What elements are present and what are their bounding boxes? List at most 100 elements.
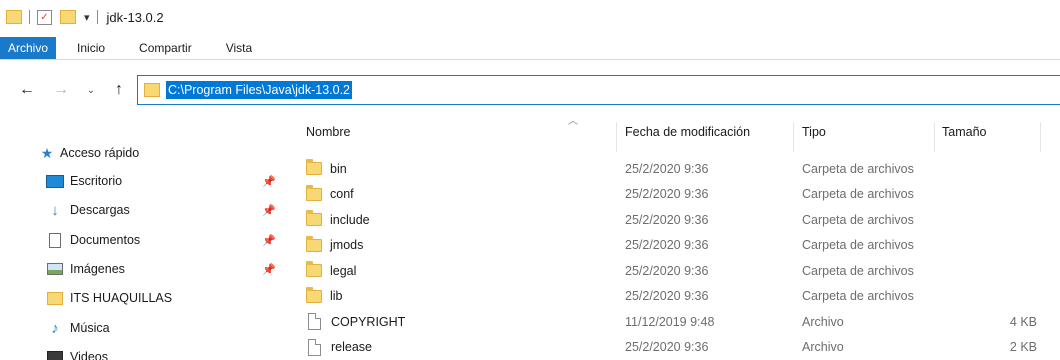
arrow-left-icon: ←: [19, 81, 35, 98]
sidebar-item-its-huaquillas[interactable]: ITS HUAQUILLAS: [0, 286, 290, 310]
star-icon: ★: [40, 144, 54, 161]
folder-icon: [6, 10, 22, 24]
table-row[interactable]: include 25/2/2020 9:36 Carpeta de archiv…: [300, 207, 1060, 233]
folder-icon: [306, 210, 322, 227]
folder-icon: [306, 235, 322, 252]
chevron-down-icon: ⌄: [86, 84, 96, 96]
table-row[interactable]: bin 25/2/2020 9:36 Carpeta de archivos: [300, 156, 1060, 182]
arrow-right-icon: →: [53, 81, 69, 98]
table-row[interactable]: legal 25/2/2020 9:36 Carpeta de archivos: [300, 258, 1060, 284]
sidebar-item-label: Videos: [70, 350, 108, 360]
sidebar-item-label: Documentos: [70, 233, 141, 247]
up-button[interactable]: ↑: [108, 79, 130, 101]
table-row[interactable]: jmods 25/2/2020 9:36 Carpeta de archivos: [300, 233, 1060, 259]
file-list: ︿ Nombre Fecha de modificación Tipo Tama…: [300, 110, 1060, 360]
tab-inicio[interactable]: Inicio: [64, 37, 118, 59]
file-date: 25/2/2020 9:36: [625, 340, 709, 355]
window-title: jdk-13.0.2: [106, 9, 164, 25]
folder-icon: [144, 83, 160, 97]
sidebar-item-escritorio[interactable]: Escritorio 📌: [0, 169, 290, 193]
file-type: Carpeta de archivos: [802, 187, 914, 202]
ribbon-tabs: Archivo Inicio Compartir Vista: [0, 37, 1060, 60]
file-name: lib: [330, 289, 343, 304]
download-icon: ↓: [51, 201, 59, 219]
sidebar-item-imagenes[interactable]: Imágenes 📌: [0, 257, 290, 281]
file-type: Archivo: [802, 340, 844, 355]
back-button[interactable]: ←: [16, 79, 38, 101]
column-header-size[interactable]: Tamaño: [942, 110, 986, 154]
file-date: 25/2/2020 9:36: [625, 238, 709, 253]
sidebar-item-label: ITS HUAQUILLAS: [70, 291, 173, 305]
navigation-pane: ★ Acceso rápido Escritorio 📌 ↓ Descargas…: [0, 133, 290, 360]
sidebar-item-videos[interactable]: Videos: [0, 345, 290, 360]
folder-icon: [306, 184, 322, 201]
sidebar-item-label: Escritorio: [70, 174, 123, 188]
file-name: COPYRIGHT: [331, 314, 406, 329]
sidebar-item-label: Descargas: [70, 203, 130, 217]
column-divider[interactable]: [934, 122, 935, 152]
pin-icon[interactable]: 📌: [262, 175, 276, 188]
file-type: Carpeta de archivos: [802, 161, 914, 176]
file-name: conf: [330, 187, 354, 202]
file-name: legal: [330, 263, 357, 278]
sidebar-item-documentos[interactable]: Documentos 📌: [0, 228, 290, 252]
customize-toolbar-icon[interactable]: ▾: [84, 11, 90, 24]
column-divider[interactable]: [793, 122, 794, 152]
sidebar-item-musica[interactable]: ♪ Música: [0, 316, 290, 340]
table-row[interactable]: release 25/2/2020 9:36 Archivo 2 KB: [300, 335, 1060, 360]
pin-icon[interactable]: 📌: [262, 263, 276, 276]
file-date: 25/2/2020 9:36: [625, 212, 709, 227]
sidebar-item-label: Música: [70, 321, 110, 335]
file-type: Carpeta de archivos: [802, 238, 914, 253]
file-size: 4 KB: [1009, 314, 1037, 329]
file-date: 11/12/2019 9:48: [625, 314, 715, 329]
file-type: Carpeta de archivos: [802, 263, 914, 278]
sort-ascending-icon: ︿: [568, 116, 578, 127]
file-type: Carpeta de archivos: [802, 212, 914, 227]
music-icon: ♪: [51, 319, 59, 337]
documents-icon: [46, 232, 64, 248]
sidebar-item-label: Imágenes: [70, 262, 125, 276]
folder-icon: [306, 261, 322, 278]
file-date: 25/2/2020 9:36: [625, 161, 709, 176]
column-header-name[interactable]: Nombre: [306, 110, 350, 154]
file-name: release: [331, 340, 372, 355]
column-header-type[interactable]: Tipo: [802, 110, 826, 154]
column-divider[interactable]: [1040, 122, 1041, 152]
tab-archivo[interactable]: Archivo: [0, 37, 57, 59]
desktop-icon: [46, 173, 64, 189]
title-bar: ✓ ▾ jdk-13.0.2: [0, 0, 1060, 34]
forward-button[interactable]: →: [50, 79, 72, 101]
folder-icon: [306, 286, 322, 303]
file-icon: [308, 338, 321, 356]
file-type: Archivo: [802, 314, 844, 329]
column-header-date[interactable]: Fecha de modificación: [625, 110, 750, 154]
file-icon: [308, 313, 321, 331]
sidebar-item-label: Acceso rápido: [60, 146, 140, 160]
navigation-bar: ← → ⌄ ↑ C:\Program Files\Java\jdk-13.0.2: [0, 72, 1060, 108]
pin-icon[interactable]: 📌: [262, 204, 276, 217]
sidebar-item-acceso-rapido[interactable]: ★ Acceso rápido: [0, 141, 290, 165]
file-type: Carpeta de archivos: [802, 289, 914, 304]
pin-icon[interactable]: 📌: [262, 234, 276, 247]
address-bar[interactable]: C:\Program Files\Java\jdk-13.0.2: [137, 75, 1060, 105]
table-row[interactable]: lib 25/2/2020 9:36 Carpeta de archivos: [300, 284, 1060, 310]
table-row[interactable]: COPYRIGHT 11/12/2019 9:48 Archivo 4 KB: [300, 309, 1060, 335]
file-name: bin: [330, 161, 347, 176]
address-path[interactable]: C:\Program Files\Java\jdk-13.0.2: [166, 81, 353, 99]
recent-locations-button[interactable]: ⌄: [80, 79, 102, 101]
column-divider[interactable]: [616, 122, 617, 152]
tab-compartir[interactable]: Compartir: [126, 37, 205, 59]
new-folder-icon[interactable]: [60, 10, 76, 24]
properties-icon[interactable]: ✓: [37, 9, 52, 25]
file-date: 25/2/2020 9:36: [625, 289, 709, 304]
tab-vista[interactable]: Vista: [213, 37, 265, 59]
file-date: 25/2/2020 9:36: [625, 187, 709, 202]
divider: [96, 10, 98, 24]
divider: [29, 10, 30, 24]
file-name: include: [330, 212, 370, 227]
sidebar-item-descargas[interactable]: ↓ Descargas 📌: [0, 198, 290, 222]
arrow-up-icon: ↑: [115, 81, 123, 98]
file-date: 25/2/2020 9:36: [625, 263, 709, 278]
table-row[interactable]: conf 25/2/2020 9:36 Carpeta de archivos: [300, 182, 1060, 208]
